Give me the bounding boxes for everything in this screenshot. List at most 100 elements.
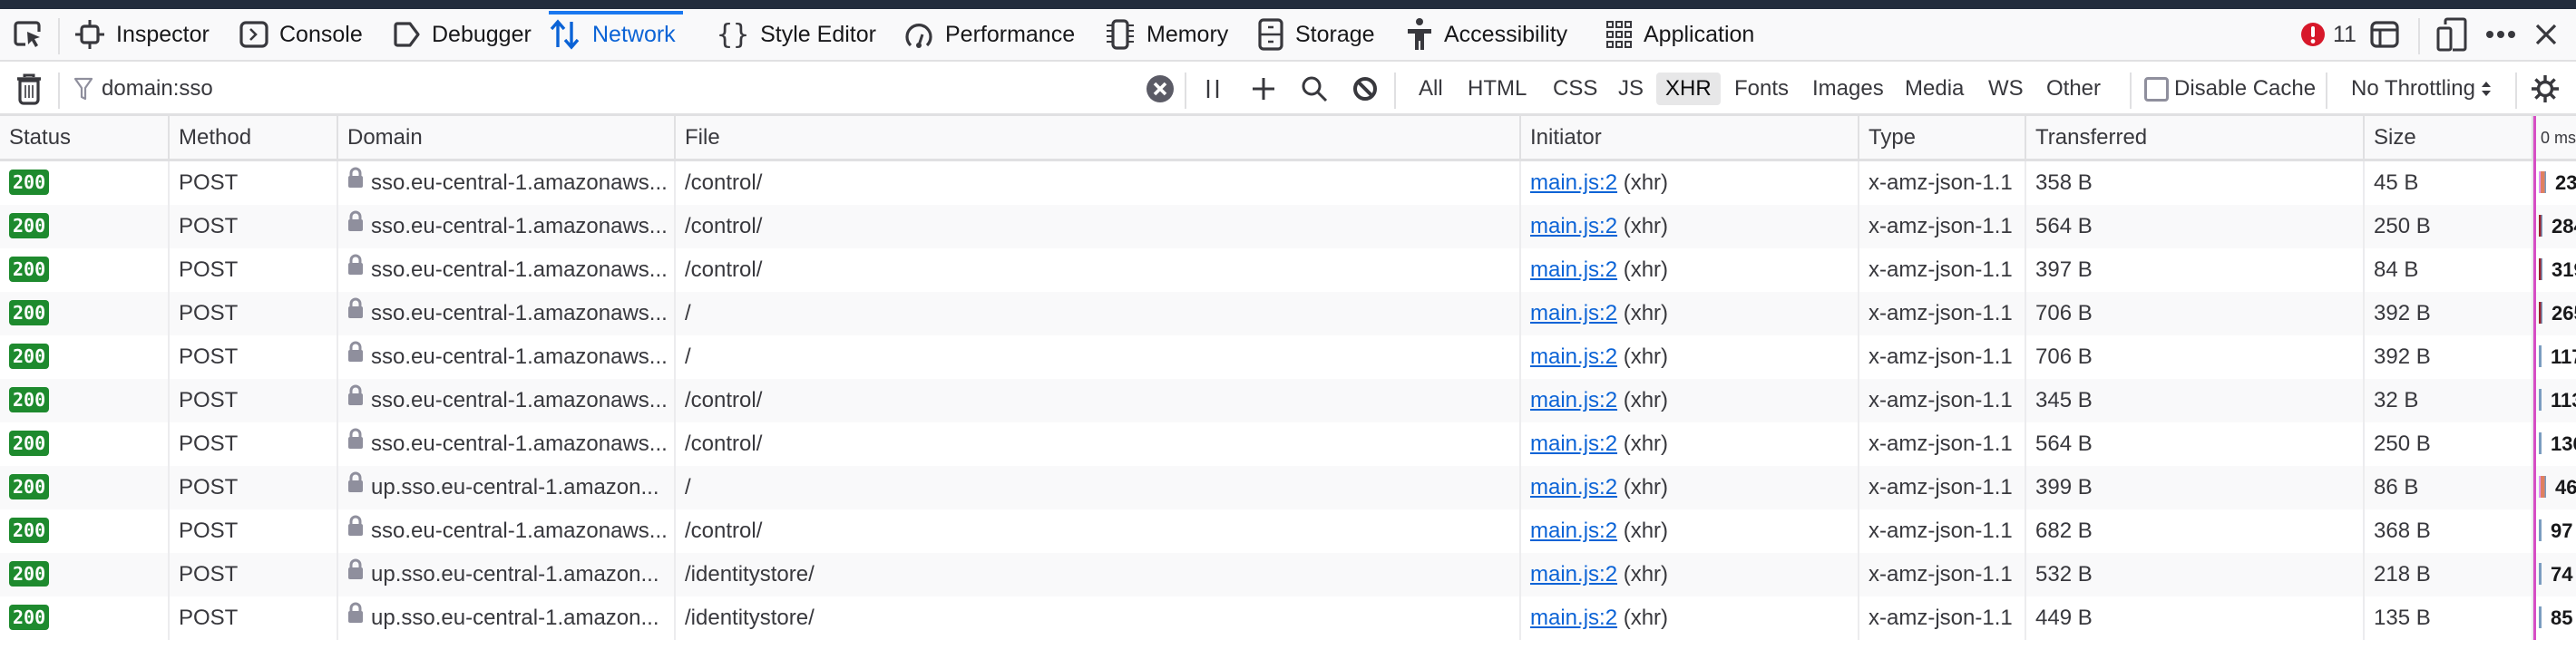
dock-options-button[interactable] <box>2369 9 2400 60</box>
file-cell: /control/ <box>676 248 1521 292</box>
table-row[interactable]: 200 POST up.sso.eu-central-1.amazon... / mai… <box>0 466 2576 509</box>
initiator-link[interactable]: main.js:2 <box>1530 431 1617 456</box>
type-text: x-amz-json-1.1 <box>1869 606 2013 630</box>
column-header-size[interactable]: Size <box>2365 116 2533 160</box>
tab-inspector[interactable]: Inspector <box>74 9 210 60</box>
method-cell: POST <box>170 292 338 335</box>
column-header-status[interactable]: Status <box>0 116 170 160</box>
size-cell: 84 B <box>2365 248 2533 292</box>
tab-debugger[interactable]: Debugger <box>392 9 532 60</box>
method-text: POST <box>179 388 239 412</box>
column-header-initiator[interactable]: Initiator <box>1521 116 1859 160</box>
table-row[interactable]: 200 POST sso.eu-central-1.amazonaws... / mai… <box>0 292 2576 335</box>
tab-performance[interactable]: Performance <box>903 9 1075 60</box>
tab-accessibility[interactable]: Accessibility <box>1406 9 1567 60</box>
element-picker-button[interactable] <box>13 9 44 60</box>
initiator-link[interactable]: main.js:2 <box>1530 214 1617 238</box>
initiator-link[interactable]: main.js:2 <box>1530 170 1617 195</box>
type-filter-xhr[interactable]: XHR <box>1656 73 1721 105</box>
table-row[interactable]: 200 POST up.sso.eu-central-1.amazon... /ide… <box>0 553 2576 596</box>
column-header-method[interactable]: Method <box>170 116 338 160</box>
type-filter-fonts[interactable]: Fonts <box>1727 73 1796 105</box>
initiator-link[interactable]: main.js:2 <box>1530 606 1617 630</box>
pause-recording-button[interactable] <box>1197 63 1228 114</box>
disable-cache-toggle[interactable]: Disable Cache <box>2144 63 2316 114</box>
tab-style-editor[interactable]: {} Style Editor <box>717 9 876 60</box>
clear-requests-button[interactable] <box>13 63 45 114</box>
column-header-domain[interactable]: Domain <box>338 116 676 160</box>
column-header-file[interactable]: File <box>676 116 1521 160</box>
size-text: 86 B <box>2374 475 2419 499</box>
network-settings-button[interactable] <box>2527 63 2563 114</box>
initiator-link[interactable]: main.js:2 <box>1530 301 1617 325</box>
file-cell: /control/ <box>676 379 1521 422</box>
timing-label: 23 <box>2555 171 2576 194</box>
table-row[interactable]: 200 POST sso.eu-central-1.amazonaws... /con… <box>0 205 2576 248</box>
type-filter-ws[interactable]: WS <box>1981 73 2031 105</box>
table-row[interactable]: 200 POST sso.eu-central-1.amazonaws... /con… <box>0 422 2576 466</box>
initiator-link[interactable]: main.js:2 <box>1530 475 1617 499</box>
initiator-cause: (xhr) <box>1623 562 1669 587</box>
table-row[interactable]: 200 POST up.sso.eu-central-1.amazon... /ide… <box>0 596 2576 640</box>
new-request-button[interactable] <box>1248 63 1279 114</box>
column-header-waterfall[interactable]: 0 ms <box>2533 116 2576 160</box>
size-cell: 250 B <box>2365 422 2533 466</box>
tab-memory[interactable]: Memory <box>1105 9 1228 60</box>
initiator-link[interactable]: main.js:2 <box>1530 562 1617 587</box>
toolbar-separator <box>2418 18 2420 54</box>
tab-application[interactable]: Application <box>1605 9 1754 60</box>
initiator-link[interactable]: main.js:2 <box>1530 388 1617 412</box>
error-count-button[interactable]: 11 <box>2300 9 2356 60</box>
type-filter-other[interactable]: Other <box>2039 73 2108 105</box>
request-blocking-button[interactable] <box>1350 63 1381 114</box>
tab-network[interactable]: Network <box>549 9 683 60</box>
status-cell: 200 <box>0 509 170 553</box>
type-filter-css[interactable]: CSS <box>1546 73 1605 105</box>
responsive-design-button[interactable] <box>2436 9 2467 60</box>
devtools-tab-bar: Inspector Console Debugger Network {} St… <box>0 9 2576 62</box>
disable-cache-checkbox[interactable] <box>2144 76 2169 102</box>
tab-separator <box>58 18 60 54</box>
console-icon <box>239 20 268 49</box>
type-text: x-amz-json-1.1 <box>1869 431 2013 456</box>
tab-label: Performance <box>945 21 1076 47</box>
transferred-text: 532 B <box>2035 562 2093 587</box>
filter-urls-field[interactable] <box>74 71 1145 107</box>
type-text: x-amz-json-1.1 <box>1869 388 2013 412</box>
status-badge: 200 <box>9 560 50 587</box>
initiator-link[interactable]: main.js:2 <box>1530 344 1617 369</box>
tab-console[interactable]: Console <box>239 9 363 60</box>
initiator-link[interactable]: main.js:2 <box>1530 519 1617 543</box>
table-row[interactable]: 200 POST sso.eu-central-1.amazonaws... /con… <box>0 509 2576 553</box>
application-icon <box>1605 20 1633 49</box>
type-text: x-amz-json-1.1 <box>1869 301 2013 325</box>
method-cell: POST <box>170 248 338 292</box>
type-filter-images[interactable]: Images <box>1805 73 1891 105</box>
column-header-transferred[interactable]: Transferred <box>2026 116 2365 160</box>
column-header-type[interactable]: Type <box>1859 116 2026 160</box>
type-filter-all[interactable]: All <box>1411 73 1450 105</box>
style-editor-icon: {} <box>717 18 750 51</box>
initiator-link[interactable]: main.js:2 <box>1530 257 1617 282</box>
filter-urls-input[interactable] <box>102 76 1099 102</box>
search-button[interactable] <box>1299 63 1330 114</box>
type-filter-media[interactable]: Media <box>1898 73 1971 105</box>
accessibility-icon <box>1406 17 1433 52</box>
close-devtools-button[interactable] <box>2534 9 2558 60</box>
table-row[interactable]: 200 POST sso.eu-central-1.amazonaws... / mai… <box>0 335 2576 379</box>
table-row[interactable]: 200 POST sso.eu-central-1.amazonaws... /con… <box>0 161 2576 205</box>
clear-filter-button[interactable] <box>1145 63 1176 114</box>
type-filter-html[interactable]: HTML <box>1460 73 1534 105</box>
more-options-button[interactable] <box>2485 9 2516 60</box>
requests-table-body: 200 POST sso.eu-central-1.amazonaws... /con… <box>0 161 2576 640</box>
tab-storage[interactable]: Storage <box>1257 9 1375 60</box>
transferred-text: 682 B <box>2035 519 2093 543</box>
type-cell: x-amz-json-1.1 <box>1859 292 2026 335</box>
throttling-select[interactable]: No Throttling <box>2351 63 2492 114</box>
type-filter-js[interactable]: JS <box>1611 73 1651 105</box>
table-row[interactable]: 200 POST sso.eu-central-1.amazonaws... /con… <box>0 248 2576 292</box>
method-cell: POST <box>170 509 338 553</box>
table-row[interactable]: 200 POST sso.eu-central-1.amazonaws... /con… <box>0 379 2576 422</box>
size-text: 392 B <box>2374 301 2431 325</box>
status-badge: 200 <box>9 256 50 282</box>
